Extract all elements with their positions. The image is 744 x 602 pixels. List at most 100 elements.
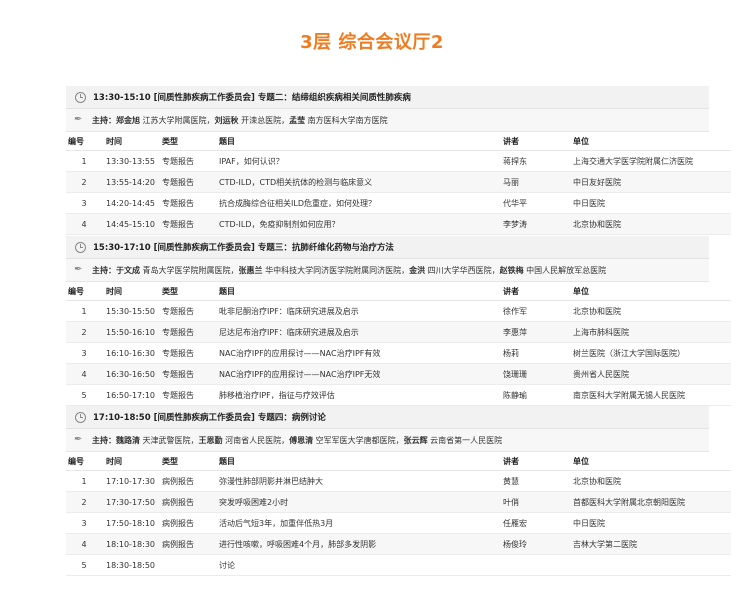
table-cell: 专题报告 [158,342,215,364]
host-label: 主持： [92,435,116,445]
host-org: 南方医科大学南方医院 [305,115,388,125]
host-name: 刘运秋 [214,115,239,125]
column-header: 编号 [66,132,102,151]
table-cell: 肺移植治疗IPF，指征与疗效评估 [215,384,499,406]
session-hosts: ✒ 主持： 魏路清 天津武警医院， 王恩勤 河南省人民医院， 傅恩清 空军军医大学唐都医… [66,429,709,452]
table-cell: 5 [66,384,102,406]
schedule-table: 编号 时间 类型 题目 讲者 单位 1 13:30-13:55 专题报告 IPAF，如何认识？ 蒋捍… [66,132,731,235]
table-cell: IPAF，如何认识？ [215,150,499,172]
table-row: 1 17:10-17:30 病例报告 弥漫性肺部阴影并淋巴结肿大 黄慧 北京协和医院 [66,470,731,492]
table-cell: 黄慧 [499,470,569,492]
table-row: 2 15:50-16:10 专题报告 尼达尼布治疗IPF：临床研究进展及启示 李惠萍 上海… [66,321,731,343]
table-cell: 18:30-18:50 [102,554,158,576]
table-cell: 马丽 [499,171,569,193]
table-cell: 病例报告 [158,491,215,513]
table-cell: 进行性咳嗽，呼吸困难4个月，肺部多发阴影 [215,533,499,555]
column-header: 时间 [102,452,158,471]
host-org: 青岛大学医学院附属医院， [140,265,239,275]
host-label: 主持： [92,265,116,275]
table-cell: 17:10-17:30 [102,470,158,492]
host-org: 河南省人民医院， [222,435,290,445]
table-cell: 14:45-15:10 [102,213,158,235]
clock-icon [75,91,86,103]
table-cell: 弥漫性肺部阴影并淋巴结肿大 [215,470,499,492]
table-cell: NAC治疗IPF的应用探讨——NAC治疗IPF有效 [215,342,499,364]
column-header: 类型 [158,452,215,471]
host-name: 傅恩清 [289,435,314,445]
table-cell: 上海交通大学医学院附属仁济医院 [569,150,731,172]
host-org: 空军军医大学唐都医院， [313,435,404,445]
table-cell: 2 [66,171,102,193]
table-cell: 杨莉 [499,342,569,364]
table-cell: 16:50-17:10 [102,384,158,406]
host-name: 王恩勤 [198,435,223,445]
host-name: 赵铁梅 [499,265,524,275]
table-cell: 5 [66,554,102,576]
table-cell: 专题报告 [158,213,215,235]
host-org: 华中科技大学同济医学院附属同济医院， [262,265,410,275]
table-row: 4 18:10-18:30 病例报告 进行性咳嗽，呼吸困难4个月，肺部多发阴影 杨俊玲吉… [66,533,731,555]
table-cell: 3 [66,192,102,214]
table-cell: 4 [66,213,102,235]
column-header: 讲者 [499,132,569,151]
table-cell: 中日医院 [569,192,731,214]
session-hosts: ✒ 主持： 于文成 青岛大学医学院附属医院， 张惠兰 华中科技大学同济医学院附属同济医… [66,259,709,282]
table-cell: 专题报告 [158,192,215,214]
host-name: 张惠兰 [238,265,263,275]
table-row: 3 14:20-14:45 专题报告 抗合成酶综合征相关ILD危重症，如何处理？ 代华平… [66,192,731,214]
table-cell [569,554,731,576]
table-cell: CTD-ILD，免疫抑制剂如何应用？ [215,213,499,235]
table-row: 5 16:50-17:10 专题报告 肺移植治疗IPF，指征与疗效评估 陈静瑜 南京医科大… [66,384,731,406]
column-header: 时间 [102,282,158,301]
table-cell: 3 [66,342,102,364]
column-header: 讲者 [499,452,569,471]
table-row: 2 17:30-17:50 病例报告 突发呼吸困难2小时 叶俏 首都医科大学附属北京朝阳医… [66,491,731,513]
table-cell: NAC治疗IPF的应用探讨——NAC治疗IPF无效 [215,363,499,385]
table-cell: 叶俏 [499,491,569,513]
column-header: 时间 [102,132,158,151]
table-cell: 任雁宏 [499,512,569,534]
table-cell: 中日医院 [569,512,731,534]
table-cell: 贵州省人民医院 [569,363,731,385]
column-header: 题目 [215,282,499,301]
table-cell: 李惠萍 [499,321,569,343]
table-cell: CTD-ILD，CTD相关抗体的检测与临床意义 [215,171,499,193]
table-cell: 北京协和医院 [569,470,731,492]
host-name: 张云辉 [403,435,428,445]
table-cell: 吉林大学第二医院 [569,533,731,555]
session-header: 15:30-17:10 [间质性肺疾病工作委员会] 专题三：抗肺纤维化药物与治疗… [66,236,709,259]
table-cell: 徐作军 [499,300,569,322]
table-cell: 北京协和医院 [569,213,731,235]
pin-icon: ✒ [74,434,83,445]
table-cell: 抗合成酶综合征相关ILD危重症，如何处理？ [215,192,499,214]
table-cell: 2 [66,321,102,343]
schedule-table: 编号 时间 类型 题目 讲者 单位 1 17:10-17:30 病例报告 弥漫性肺部阴影并淋巴结肿… [66,452,731,576]
host-name: 金洪 [409,265,426,275]
table-cell: 15:30-15:50 [102,300,158,322]
session-title: 13:30-15:10 [间质性肺疾病工作委员会] 专题二：结缔组织疾病相关间质… [93,93,411,103]
table-cell: 蒋捍东 [499,150,569,172]
host-org: 江苏大学附属医院， [140,115,215,125]
table-cell: 陈静瑜 [499,384,569,406]
table-cell: 上海市肺科医院 [569,321,731,343]
table-cell: 17:30-17:50 [102,491,158,513]
host-org: 中国人民解放军总医院 [523,265,607,275]
host-name: 郑金旭 [116,115,140,125]
column-header: 讲者 [499,282,569,301]
table-cell: 13:30-13:55 [102,150,158,172]
table-cell: 中日友好医院 [569,171,731,193]
table-cell: 病例报告 [158,512,215,534]
host-org: 四川大学华西医院， [425,265,500,275]
table-cell: 突发呼吸困难2小时 [215,491,499,513]
clock-icon [75,411,86,423]
table-header-row: 编号 时间 类型 题目 讲者 单位 [66,282,731,301]
table-cell: 15:50-16:10 [102,321,158,343]
host-org: 云南省第一人民医院 [427,435,503,445]
table-cell: 杨俊玲 [499,533,569,555]
host-name: 魏路清 [116,435,140,445]
table-cell: 尼达尼布治疗IPF：临床研究进展及启示 [215,321,499,343]
table-cell: 18:10-18:30 [102,533,158,555]
table-row: 3 16:10-16:30 专题报告 NAC治疗IPF的应用探讨——NAC治疗IPF有… [66,342,731,364]
table-cell: 李梦涛 [499,213,569,235]
table-cell: 讨论 [215,554,499,576]
